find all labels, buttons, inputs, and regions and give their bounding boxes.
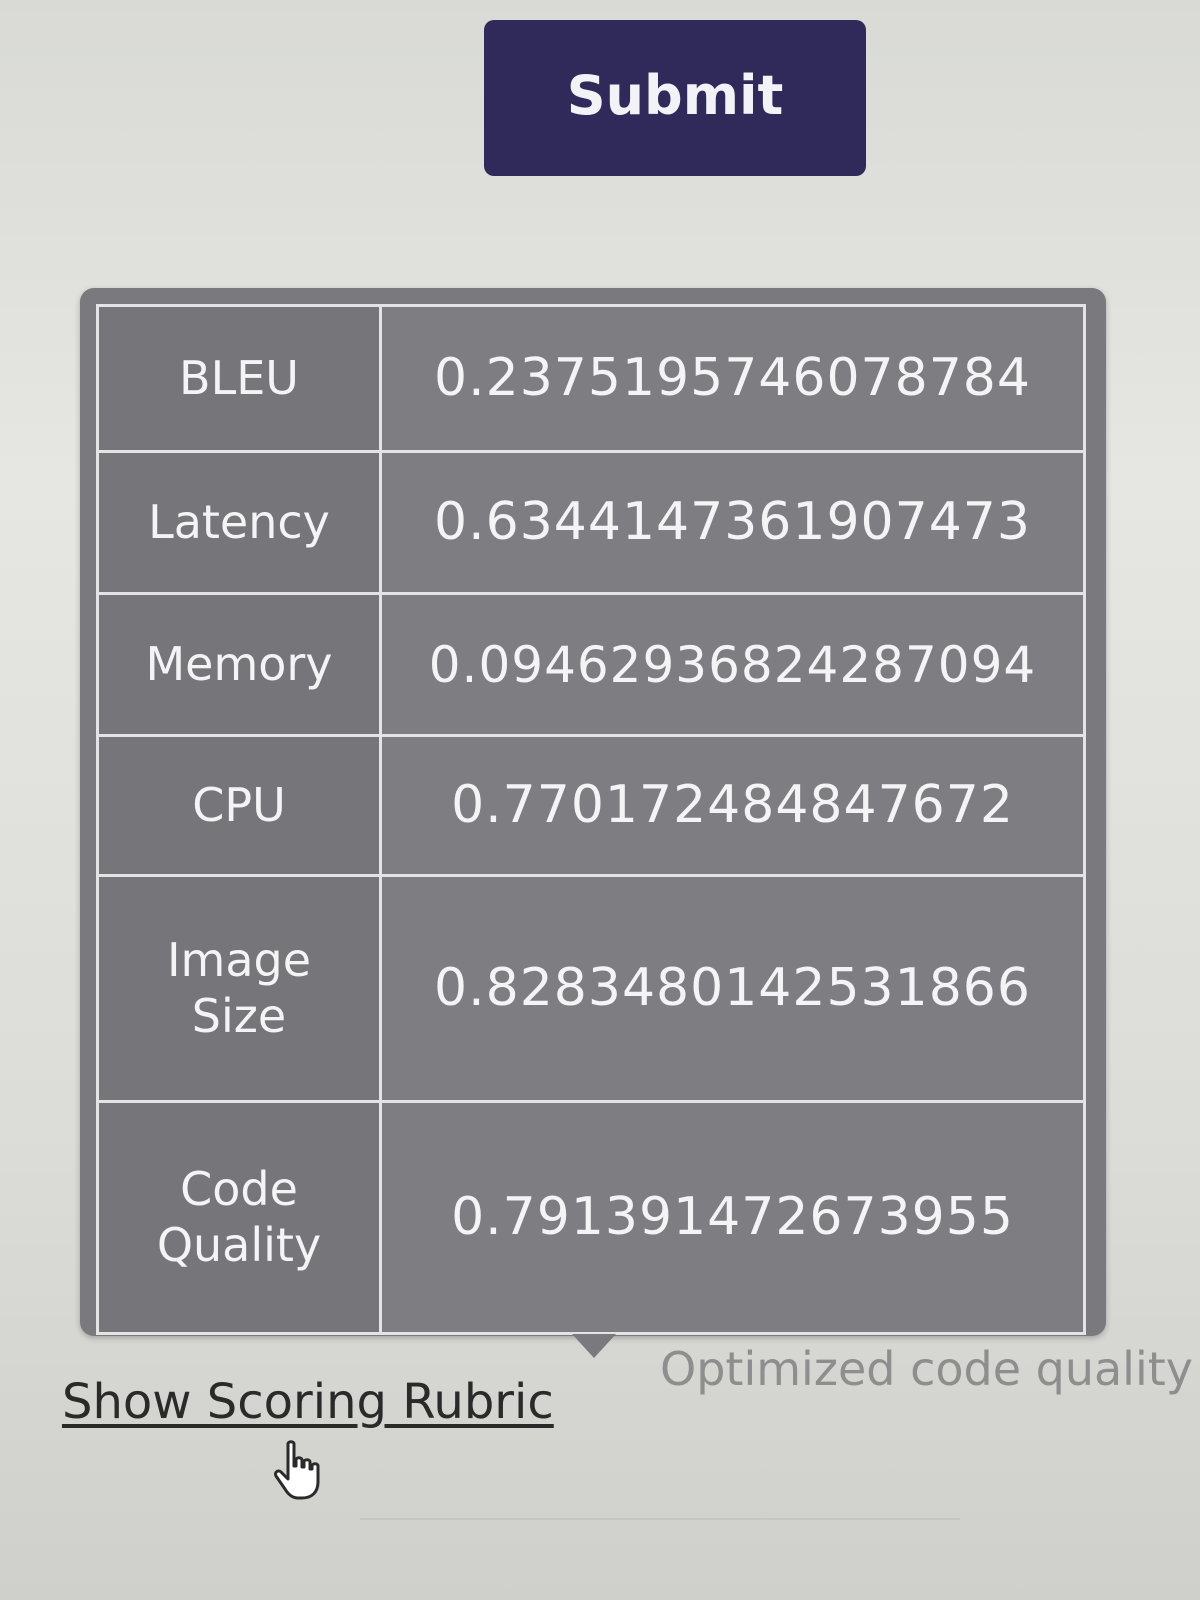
metric-value: 0.09462936824287094 — [379, 592, 1086, 737]
metric-label-text: Memory — [145, 636, 333, 691]
metric-label-text: Quality — [156, 1217, 322, 1272]
metric-label: Code Quality — [96, 1100, 382, 1335]
metric-label-text: Code — [180, 1162, 298, 1217]
metric-value: 0.770172484847672 — [379, 734, 1086, 877]
metric-value: 0.2375195746078784 — [379, 304, 1086, 453]
show-scoring-rubric-link[interactable]: Show Scoring Rubric — [62, 1374, 554, 1430]
metric-label-text: BLEU — [179, 350, 299, 405]
tooltip-caption: Optimized code quality — [660, 1342, 1193, 1396]
metric-value: 0.791391472673955 — [379, 1100, 1086, 1335]
metric-value: 0.6344147361907473 — [379, 450, 1086, 595]
submit-button[interactable]: Submit — [484, 20, 866, 176]
metric-label: CPU — [96, 734, 382, 877]
table-row: CPU 0.770172484847672 — [96, 734, 1086, 877]
metric-label-text: Image — [166, 933, 312, 988]
table-row: Code Quality 0.791391472673955 — [96, 1100, 1086, 1335]
metric-label-text: Latency — [148, 494, 330, 549]
metric-label: Memory — [96, 592, 382, 737]
metric-value: 0.8283480142531866 — [379, 874, 1086, 1103]
metric-label: Image Size — [96, 874, 382, 1103]
metric-label-text: CPU — [192, 777, 286, 832]
divider — [360, 1518, 960, 1520]
metric-label-text: Size — [191, 988, 287, 1043]
metric-label: BLEU — [96, 304, 382, 453]
metric-label: Latency — [96, 450, 382, 595]
hand-pointer-icon — [274, 1440, 320, 1500]
table-row: Latency 0.6344147361907473 — [96, 450, 1086, 595]
metrics-table: BLEU 0.2375195746078784 Latency 0.634414… — [96, 304, 1086, 1335]
table-row: BLEU 0.2375195746078784 — [96, 304, 1086, 453]
table-row: Memory 0.09462936824287094 — [96, 592, 1086, 737]
tooltip-arrow — [572, 1334, 616, 1358]
table-row: Image Size 0.8283480142531866 — [96, 874, 1086, 1103]
